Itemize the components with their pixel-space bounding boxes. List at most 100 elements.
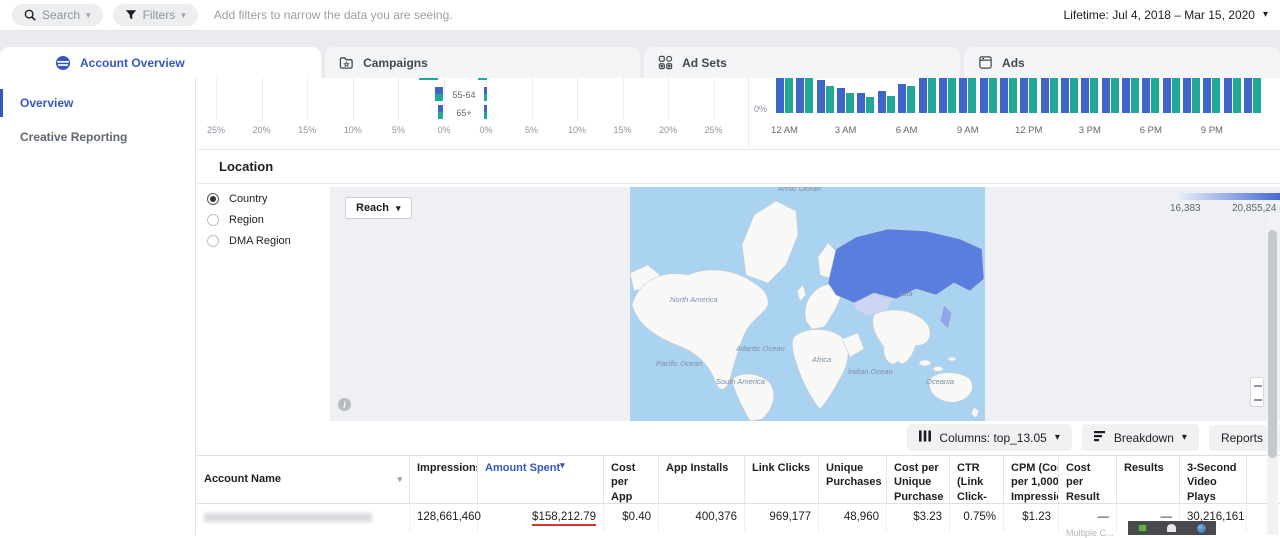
hourly-bar-blue [796, 78, 805, 113]
taskbar-app-icon[interactable] [1167, 524, 1177, 532]
radio-region[interactable]: Region [207, 213, 291, 227]
hourly-bar-blue [959, 78, 968, 113]
pyramid-axis-tick: 5% [391, 125, 405, 135]
legend-min-value: 16,383 [1170, 203, 1201, 214]
location-section-body: Country Region DMA Region Reach ▾ Arctic… [197, 184, 1280, 421]
taskbar-app-icon[interactable] [1196, 524, 1206, 533]
vertical-scrollbar[interactable] [1267, 215, 1278, 535]
column-header-label: Cost per App Install [611, 462, 636, 503]
column-header[interactable]: Unique Purchases [819, 456, 887, 503]
hourly-bar-blue [857, 92, 866, 113]
chevron-down-icon: ▾ [181, 9, 186, 20]
filter-placeholder[interactable]: Add filters to narrow the data you are s… [214, 8, 453, 22]
hourly-axis-tick: 9 PM [1200, 125, 1223, 136]
column-header[interactable]: Impressions [410, 456, 478, 503]
table-cell: $1.23 [1004, 504, 1059, 532]
chevron-down-icon: ▾ [1262, 9, 1268, 20]
column-header[interactable]: Cost per App Install [604, 456, 659, 503]
column-header-label: Cost per Unique Purchase [894, 462, 944, 503]
choropleth-legend-gradient [1178, 193, 1280, 200]
multiple-conversions-note: Multiple C... [1066, 528, 1114, 538]
columns-button[interactable]: Columns: top_13.05 ▾ [907, 424, 1072, 451]
sort-caret-icon: ▾ [397, 474, 402, 484]
hourly-bar-teal [927, 78, 936, 113]
pyramid-gridline [668, 78, 669, 120]
sidebar-item-overview[interactable]: Overview [0, 86, 195, 120]
date-range-selector[interactable]: Lifetime: Jul 4, 2018 – Mar 15, 2020 ▾ [1064, 8, 1268, 22]
hourly-bar-blue [1183, 78, 1191, 113]
pyramid-gridline [531, 78, 533, 120]
column-header[interactable]: Results [1117, 456, 1180, 503]
tab-campaigns[interactable]: Campaigns [325, 47, 641, 78]
table-cell: $3.23 [887, 504, 950, 532]
column-header[interactable]: Link Clicks [745, 456, 819, 503]
pyramid-axis-tick: 20% [658, 125, 677, 135]
info-icon[interactable]: i [338, 398, 351, 411]
report-tabs: Account Overview Campaigns Ad Sets Ads [0, 31, 1280, 78]
sidebar-item-label: Creative Reporting [20, 130, 128, 144]
hourly-axis-tick: 12 PM [1014, 125, 1043, 136]
chevron-down-icon: ▾ [1054, 431, 1060, 443]
table-cell: — Multiple C... [1059, 504, 1117, 538]
age-pyramid-chart: 25% 20% 15% 10% 5% 0% 0% 5% 10% 15% 20% 25% 55-64 65+ [197, 78, 748, 150]
pyramid-gridline [261, 78, 263, 120]
table-toolbar: Columns: top_13.05 ▾ Breakdown ▾ Reports… [197, 421, 1280, 454]
column-header[interactable]: Account Name ▾ [197, 456, 410, 503]
column-header[interactable]: Cost per Result [1059, 456, 1117, 503]
hourly-bar-teal [1008, 78, 1017, 113]
column-header[interactable]: CPM (Cost per 1,000 Impression [1004, 456, 1059, 503]
map-geo-label: Atlantic Ocean [736, 344, 785, 353]
search-icon [24, 9, 36, 21]
hourly-bar-chart: 0% 12 AM 3 AM 6 AM 9 AM 12 PM 3 PM 6 PM 9 PM [748, 78, 1280, 150]
radio-dma-region[interactable]: DMA Region [207, 234, 291, 248]
breakdown-button[interactable]: Breakdown ▾ [1081, 424, 1199, 451]
world-map[interactable]: Arctic Ocean North America Pacific Ocean At… [629, 187, 985, 421]
hourly-bar-teal [1090, 78, 1099, 113]
hourly-axis-tick: 3 PM [1078, 125, 1101, 136]
tab-label: Account Overview [80, 55, 185, 70]
column-header-label: CPM (Cost per 1,000 Impression [1011, 462, 1059, 503]
hourly-bar-teal [1192, 78, 1200, 113]
map-metric-dropdown[interactable]: Reach ▾ [345, 197, 412, 219]
land-island [918, 359, 932, 367]
tab-ad-sets[interactable]: Ad Sets [644, 47, 961, 78]
column-header[interactable]: CTR (Link Click- [950, 456, 1004, 503]
hourly-bar-blue [1040, 78, 1049, 113]
land-island [932, 366, 944, 372]
filters-button[interactable]: Filters ▾ [112, 4, 198, 26]
column-header[interactable]: App Installs [659, 456, 745, 503]
hourly-plot-area [749, 78, 1280, 113]
tab-account-overview[interactable]: Account Overview [0, 47, 322, 78]
amount-spent-value-annotated: $158,212.79 [532, 511, 596, 526]
hourly-bar-teal [1029, 78, 1038, 113]
legend-max-value: 20,855,24 [1232, 203, 1277, 214]
hourly-bar-blue [1020, 78, 1029, 113]
folder-icon [339, 55, 354, 70]
map-zoom-control[interactable] [1250, 377, 1264, 407]
map-geo-label: Pacific Ocean [656, 359, 703, 368]
hourly-axis-tick: 9 AM [956, 125, 979, 136]
column-header[interactable]: Amount Spent ▾ [478, 456, 604, 503]
column-header-label: Cost per Result [1066, 462, 1100, 503]
table-cell: 0.75% [950, 504, 1004, 532]
sidebar-item-creative-reporting[interactable]: Creative Reporting [0, 120, 195, 154]
search-label: Search [42, 8, 81, 22]
metric-label: Reach [356, 202, 390, 214]
column-header[interactable]: 3-Second Video Plays [1180, 456, 1247, 503]
map-geo-label: Asia [898, 289, 913, 298]
tab-ads[interactable]: Ads [964, 47, 1280, 78]
pyramid-bar-left-blue [434, 87, 443, 94]
radio-unselected-icon [207, 235, 219, 247]
map-geo-label: Africa [812, 355, 832, 364]
hourly-bar-teal [1110, 78, 1119, 113]
pyramid-axis-tick: 10% [567, 125, 586, 135]
search-button[interactable]: Search ▾ [12, 4, 103, 26]
pyramid-axis-tick: 25% [206, 125, 225, 135]
scrollbar-thumb[interactable] [1268, 230, 1277, 458]
hourly-bar-blue [979, 78, 988, 113]
filter-topbar: Search ▾ Filters ▾ Add filters to narrow… [0, 0, 1280, 31]
taskbar-app-icon[interactable] [1138, 524, 1148, 532]
hourly-bar-teal [846, 93, 855, 113]
column-header[interactable]: Cost per Unique Purchase [887, 456, 950, 503]
radio-country[interactable]: Country [207, 192, 291, 206]
